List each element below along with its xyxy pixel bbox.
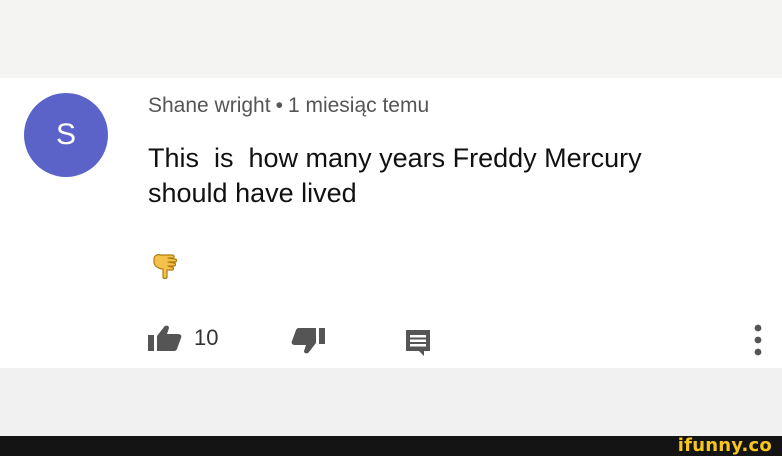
comment-text: This is how many years Freddy Mercury sh… — [148, 143, 642, 208]
top-background — [0, 0, 782, 78]
meta-separator: • — [275, 94, 283, 117]
bottom-background — [0, 368, 782, 436]
comment-icon — [406, 330, 430, 356]
more-vertical-icon — [754, 324, 762, 356]
author-name[interactable]: Shane wright — [148, 94, 271, 117]
footer-bar: ifunny.co — [0, 435, 782, 456]
thumbs-down-icon — [291, 328, 325, 354]
more-options-button[interactable] — [748, 320, 768, 360]
dislike-button[interactable] — [289, 326, 327, 356]
comment-time[interactable]: 1 miesiąc temu — [288, 94, 429, 117]
avatar-letter: S — [55, 118, 76, 151]
pointing-down-emoji-icon — [153, 254, 178, 280]
ifunny-watermark: ifunny.co — [677, 435, 772, 456]
comment-meta: Shane wright • 1 miesiąc temu — [148, 94, 429, 118]
reply-button[interactable] — [403, 327, 433, 357]
comment-card — [0, 78, 782, 368]
like-button[interactable]: 10 — [146, 323, 218, 353]
avatar[interactable]: S — [24, 93, 108, 177]
thumbs-up-icon — [148, 325, 182, 351]
like-count: 10 — [194, 325, 219, 350]
